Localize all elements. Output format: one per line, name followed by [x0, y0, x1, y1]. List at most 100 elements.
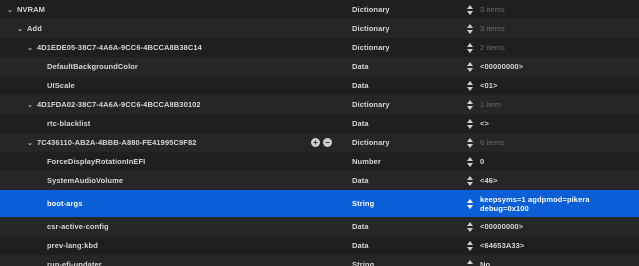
value-label: <01> — [480, 81, 498, 90]
value-cell[interactable]: 0 — [466, 152, 638, 171]
value-cell[interactable]: 2 items — [466, 38, 638, 57]
key-cell: UIScale — [0, 76, 357, 95]
type-cell[interactable]: Dictionary — [352, 95, 452, 114]
value-label: 1 item — [480, 100, 502, 109]
tree-row-csr-active-config[interactable]: csr-active-config Data <00000000> — [0, 217, 639, 236]
key-cell: ⌄ 7C436110-AB2A-4BBB-A880-FE41995C9F82 — [0, 133, 336, 152]
type-label: Data — [352, 81, 369, 90]
value-cell[interactable]: 1 item — [466, 95, 638, 114]
tree-row-add[interactable]: ⌄ Add Dictionary 3 items — [0, 19, 639, 38]
value-label: 2 items — [480, 43, 505, 52]
key-cell: ForceDisplayRotationInEFI — [0, 152, 357, 171]
key-label: 4D1FDA02-38C7-4A6A-9CC6-4BCCA8B30102 — [37, 100, 201, 109]
value-cell[interactable]: keepsyms=1 agdpmod=pikera debug=0x100 — [466, 190, 638, 217]
type-cell[interactable]: Data — [352, 171, 452, 190]
key-cell: run-efi-updater — [0, 255, 357, 266]
type-label: Data — [352, 222, 369, 231]
tree-row-defaultbackgroundcolor[interactable]: DefaultBackgroundColor Data <00000000> — [0, 57, 639, 76]
stepper-icon[interactable] — [466, 156, 474, 167]
chevron-down-icon[interactable]: ⌄ — [26, 101, 34, 109]
key-label: 4D1EDE05-38C7-4A6A-9CC6-4BCCA8B38C14 — [37, 43, 202, 52]
plus-circle-icon[interactable]: + — [311, 138, 320, 147]
tree-row-run-efi-updater[interactable]: run-efi-updater String No — [0, 255, 639, 266]
key-label: prev-lang:kbd — [47, 241, 98, 250]
stepper-icon[interactable] — [466, 221, 474, 232]
value-cell[interactable]: 6 items — [466, 133, 638, 152]
value-cell[interactable]: <00000000> — [466, 57, 638, 76]
type-cell[interactable]: Data — [352, 57, 452, 76]
stepper-icon[interactable] — [466, 198, 474, 209]
type-cell[interactable]: Data — [352, 114, 452, 133]
key-cell: boot-args — [0, 190, 357, 217]
chevron-down-icon[interactable]: ⌄ — [16, 25, 24, 33]
key-label: csr-active-config — [47, 222, 109, 231]
tree-row-guid-7c436110[interactable]: ⌄ 7C436110-AB2A-4BBB-A880-FE41995C9F82 +… — [0, 133, 639, 152]
value-label: <00000000> — [480, 222, 524, 231]
value-cell[interactable]: 3 items — [466, 19, 638, 38]
tree-row-systemaudiovolume[interactable]: SystemAudioVolume Data <46> — [0, 171, 639, 190]
key-cell: rtc-blacklist — [0, 114, 357, 133]
stepper-icon[interactable] — [466, 118, 474, 129]
value-cell[interactable]: <64653A33> — [466, 236, 638, 255]
type-label: Data — [352, 119, 369, 128]
stepper-icon[interactable] — [466, 80, 474, 91]
key-cell: SystemAudioVolume — [0, 171, 357, 190]
value-cell[interactable]: No — [466, 255, 638, 266]
tree-row-forcedisplayrotationinefi[interactable]: ForceDisplayRotationInEFI Number 0 — [0, 152, 639, 171]
type-label: String — [352, 260, 375, 266]
value-label: 6 items — [480, 138, 505, 147]
type-label: Dictionary — [352, 24, 390, 33]
stepper-icon[interactable] — [466, 4, 474, 15]
type-cell[interactable]: String — [352, 190, 452, 217]
tree-row-guid-4d1fda02[interactable]: ⌄ 4D1FDA02-38C7-4A6A-9CC6-4BCCA8B30102 D… — [0, 95, 639, 114]
type-cell[interactable]: Dictionary — [352, 38, 452, 57]
type-cell[interactable]: Number — [352, 152, 452, 171]
type-label: Dictionary — [352, 100, 390, 109]
tree-row-prev-lang-kbd[interactable]: prev-lang:kbd Data <64653A33> — [0, 236, 639, 255]
tree-row-rtc-blacklist[interactable]: rtc-blacklist Data <> — [0, 114, 639, 133]
type-cell[interactable]: Dictionary — [352, 19, 452, 38]
stepper-icon[interactable] — [466, 23, 474, 34]
key-label: rtc-blacklist — [47, 119, 91, 128]
tree-row-nvram[interactable]: ⌄ NVRAM Dictionary 3 items — [0, 0, 639, 19]
type-cell[interactable]: Data — [352, 236, 452, 255]
type-cell[interactable]: Data — [352, 76, 452, 95]
stepper-icon[interactable] — [466, 259, 474, 266]
tree-row-uiscale[interactable]: UIScale Data <01> — [0, 76, 639, 95]
type-cell[interactable]: Dictionary — [352, 0, 452, 19]
stepper-icon[interactable] — [466, 175, 474, 186]
value-cell[interactable]: <> — [466, 114, 638, 133]
tree-row-guid-4d1ede05[interactable]: ⌄ 4D1EDE05-38C7-4A6A-9CC6-4BCCA8B38C14 D… — [0, 38, 639, 57]
key-label: Add — [27, 24, 42, 33]
type-label: String — [352, 199, 375, 208]
stepper-icon[interactable] — [466, 137, 474, 148]
value-cell[interactable]: <46> — [466, 171, 638, 190]
key-label: DefaultBackgroundColor — [47, 62, 138, 71]
chevron-down-icon[interactable]: ⌄ — [26, 44, 34, 52]
key-label: ForceDisplayRotationInEFI — [47, 157, 146, 166]
value-label: <64653A33> — [480, 241, 525, 250]
type-cell[interactable]: String — [352, 255, 452, 266]
stepper-icon[interactable] — [466, 42, 474, 53]
value-cell[interactable]: <00000000> — [466, 217, 638, 236]
key-label: UIScale — [47, 81, 75, 90]
tree-row-boot-args[interactable]: boot-args String keepsyms=1 agdpmod=pike… — [0, 190, 639, 217]
stepper-icon[interactable] — [466, 61, 474, 72]
type-cell[interactable]: Data — [352, 217, 452, 236]
stepper-icon[interactable] — [466, 240, 474, 251]
key-cell: ⌄ 4D1EDE05-38C7-4A6A-9CC6-4BCCA8B38C14 — [0, 38, 336, 57]
stepper-icon[interactable] — [466, 99, 474, 110]
type-label: Dictionary — [352, 43, 390, 52]
value-cell[interactable]: 3 items — [466, 0, 638, 19]
chevron-down-icon[interactable]: ⌄ — [6, 6, 14, 14]
key-cell: ⌄ Add — [0, 19, 326, 38]
value-text-field[interactable]: keepsyms=1 agdpmod=pikera debug=0x100 — [480, 195, 635, 213]
key-label: run-efi-updater — [47, 260, 102, 266]
minus-circle-icon[interactable]: − — [323, 138, 332, 147]
value-cell[interactable]: <01> — [466, 76, 638, 95]
key-label: SystemAudioVolume — [47, 176, 124, 185]
value-label: 3 items — [480, 24, 505, 33]
type-cell[interactable]: Dictionary — [352, 133, 452, 152]
key-cell: prev-lang:kbd — [0, 236, 357, 255]
chevron-down-icon[interactable]: ⌄ — [26, 139, 34, 147]
